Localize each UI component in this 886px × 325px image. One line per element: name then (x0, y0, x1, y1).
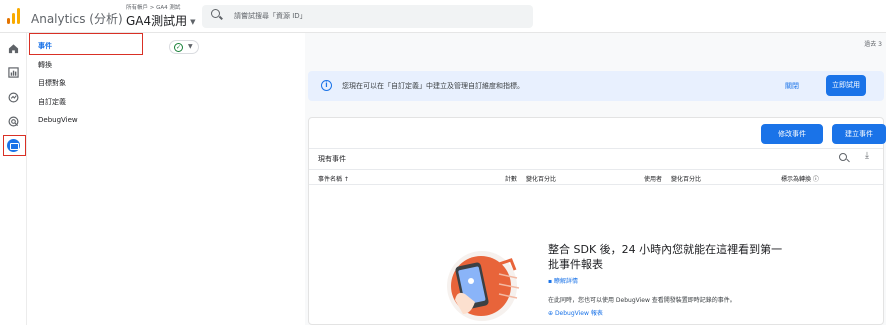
search-placeholder: 請嘗試搜尋「資源 ID」 (234, 12, 307, 20)
breadcrumb[interactable]: 所有帳戶 > GA4 測試 (126, 3, 180, 11)
subnav-item-debugview[interactable]: DebugView (38, 116, 78, 124)
banner-message: 您現在可以在「自訂定義」中建立及管理自訂維度和指標。 (342, 82, 524, 90)
chevron-down-icon: ▼ (188, 43, 193, 50)
divider (309, 148, 883, 149)
date-range-label[interactable]: 過去 3 (864, 39, 882, 48)
info-banner: i 您現在可以在「自訂定義」中建立及管理自訂維度和指標。 關閉 立即試用 (308, 71, 884, 101)
subnav-item-conversions[interactable]: 轉換 (38, 60, 52, 70)
left-rail (0, 33, 27, 325)
phone-illustration (447, 251, 520, 321)
top-bar: Analytics (分析) 所有帳戶 > GA4 測試 GA4測試用 ▼ 請嘗試… (0, 0, 886, 33)
divider (309, 184, 883, 185)
column-header-users[interactable]: 使用者 (644, 174, 662, 183)
search-bar[interactable]: 請嘗試搜尋「資源 ID」 (202, 5, 533, 28)
configure-subnav: 事件 ✓ ▼ 轉換 目標對象 自訂定義 DebugView (27, 33, 305, 325)
advertising-icon[interactable] (6, 114, 21, 129)
status-dropdown[interactable]: ✓ ▼ (169, 40, 199, 54)
explore-icon[interactable] (6, 90, 21, 105)
reports-icon[interactable] (6, 65, 21, 80)
search-icon (211, 9, 220, 18)
subnav-item-audiences[interactable]: 目標對象 (38, 78, 66, 88)
column-header-mark-conversion[interactable]: 標示為轉換 ⓘ (781, 174, 819, 183)
configure-icon[interactable] (6, 138, 21, 153)
analytics-logo[interactable] (7, 8, 21, 24)
learn-more-label: 瞭解詳情 (553, 278, 578, 285)
subnav-item-custom-definitions[interactable]: 自訂定義 (38, 97, 66, 107)
empty-state-description: 在此同時，您也可以使用 DebugView 查看開發裝置即時記錄的事件。 (548, 297, 736, 304)
caret-down-icon: ▼ (190, 17, 196, 26)
divider (309, 169, 883, 170)
info-icon: i (321, 80, 332, 91)
property-name: GA4測試用 (126, 14, 188, 28)
learn-more-link[interactable]: ▪ 瞭解詳情 (548, 276, 578, 285)
column-header-count[interactable]: 計數 (505, 174, 517, 183)
dismiss-button[interactable]: 關閉 (785, 81, 799, 91)
column-header-event-name[interactable]: 事件名稱 ↑ (318, 174, 349, 183)
modify-event-button[interactable]: 修改事件 (761, 124, 823, 144)
debugview-report-label: DebugView 報表 (554, 310, 603, 317)
debugview-report-link[interactable]: ⊕ DebugView 報表 (548, 308, 603, 317)
app-title: Analytics (分析) (31, 12, 123, 26)
section-title: 現有事件 (318, 155, 346, 163)
events-card: 修改事件 建立事件 現有事件 ⤓ 事件名稱 ↑ 計數 變化百分比 使用者 變化百… (308, 117, 886, 325)
try-now-button[interactable]: 立即試用 (826, 75, 866, 96)
table-search-icon[interactable] (839, 153, 847, 161)
home-icon[interactable] (6, 41, 21, 56)
empty-state-title: 整合 SDK 後，24 小時內您就能在這裡看到第一批事件報表 (548, 243, 783, 271)
main-content: 過去 3 i 您現在可以在「自訂定義」中建立及管理自訂維度和指標。 關閉 立即試… (305, 33, 886, 325)
check-circle-icon: ✓ (174, 43, 183, 52)
property-selector[interactable]: GA4測試用 ▼ (126, 12, 196, 29)
create-event-button[interactable]: 建立事件 (832, 124, 886, 144)
column-header-users-change[interactable]: 變化百分比 (671, 174, 701, 183)
subnav-item-events[interactable]: 事件 (38, 41, 52, 51)
column-header-count-change[interactable]: 變化百分比 (526, 174, 556, 183)
download-icon[interactable]: ⤓ (865, 151, 869, 161)
